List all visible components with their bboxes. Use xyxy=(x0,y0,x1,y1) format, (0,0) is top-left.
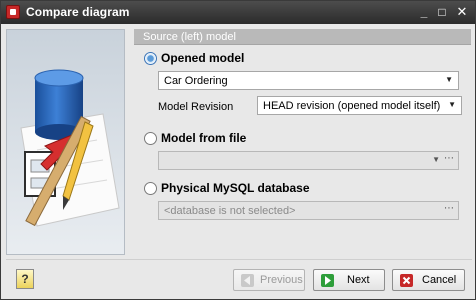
previous-button[interactable]: Previous xyxy=(233,269,305,291)
app-icon xyxy=(6,5,20,19)
wizard-illustration xyxy=(6,29,125,255)
title-bar[interactable]: Compare diagram _ □ ✕ xyxy=(1,1,475,24)
chevron-down-icon[interactable]: ▼ xyxy=(432,155,440,164)
previous-label: Previous xyxy=(260,274,303,286)
model-revision-value: HEAD revision (opened model itself) xyxy=(263,100,441,112)
model-from-file-label[interactable]: Model from file xyxy=(161,131,246,145)
opened-model-label[interactable]: Opened model xyxy=(161,51,244,65)
x-icon xyxy=(400,274,413,287)
next-label: Next xyxy=(347,274,370,286)
chevron-down-icon: ▼ xyxy=(445,75,453,84)
mysql-database-radio[interactable] xyxy=(144,182,157,195)
help-button[interactable]: ? xyxy=(16,269,34,289)
arrow-left-icon xyxy=(241,274,254,287)
model-revision-select[interactable]: HEAD revision (opened model itself) ▼ xyxy=(257,96,462,115)
cancel-button[interactable]: Cancel xyxy=(392,269,465,291)
close-icon[interactable]: ✕ xyxy=(454,4,470,20)
arrow-right-icon xyxy=(321,274,334,287)
browse-file-icon[interactable]: ⋯ xyxy=(444,153,454,164)
chevron-down-icon: ▼ xyxy=(448,100,456,109)
next-button[interactable]: Next xyxy=(313,269,385,291)
minimize-icon[interactable]: _ xyxy=(416,4,432,20)
maximize-icon[interactable]: □ xyxy=(434,4,450,20)
model-file-input[interactable]: ▼ ⋯ xyxy=(158,151,459,170)
opened-model-value: Car Ordering xyxy=(164,75,228,87)
compare-diagram-dialog: Compare diagram _ □ ✕ Source (left) mode… xyxy=(0,0,476,300)
model-revision-label: Model Revision xyxy=(158,101,234,113)
mysql-database-label[interactable]: Physical MySQL database xyxy=(161,181,310,195)
opened-model-select[interactable]: Car Ordering ▼ xyxy=(158,71,459,90)
window-title: Compare diagram xyxy=(26,5,130,19)
cancel-label: Cancel xyxy=(422,274,457,286)
opened-model-radio[interactable] xyxy=(144,52,157,65)
source-model-panel: Source (left) model Opened model Car Ord… xyxy=(134,29,471,255)
browse-database-icon[interactable]: ⋯ xyxy=(444,203,454,214)
mysql-database-value: <database is not selected> xyxy=(164,205,296,217)
section-header: Source (left) model xyxy=(134,29,471,45)
mysql-database-input[interactable]: <database is not selected> ⋯ xyxy=(158,201,459,220)
model-from-file-radio[interactable] xyxy=(144,132,157,145)
database-diagram-illustration xyxy=(7,30,124,254)
footer-separator xyxy=(6,259,472,260)
